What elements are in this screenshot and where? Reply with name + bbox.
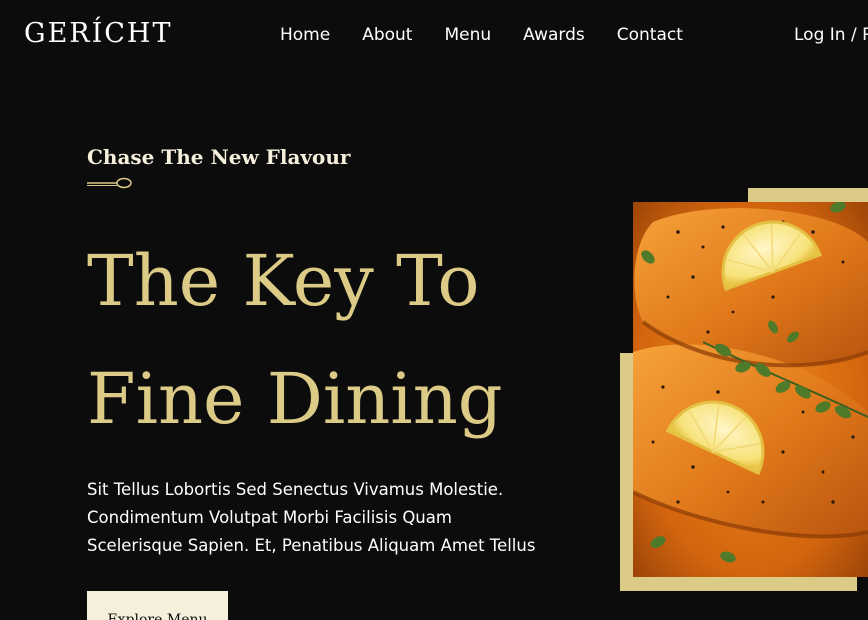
hero-subtitle: Chase The New Flavour bbox=[87, 145, 351, 169]
nav-contact-link[interactable]: Contact bbox=[617, 25, 683, 45]
hero-description: Sit Tellus Lobortis Sed Senectus Vivamus… bbox=[87, 480, 536, 555]
spoon-icon bbox=[87, 177, 132, 189]
nav-home-link[interactable]: Home bbox=[280, 25, 330, 45]
explore-menu-button[interactable]: Explore Menu bbox=[87, 591, 228, 620]
image-frame-top bbox=[748, 188, 868, 202]
site-logo[interactable]: GERÍCHT bbox=[24, 18, 173, 49]
headline-line-1: The Key To bbox=[87, 240, 480, 322]
nav-about-link[interactable]: About bbox=[362, 25, 412, 45]
image-frame-bottom bbox=[620, 577, 857, 591]
salmon-lemon-dish-image bbox=[633, 202, 868, 577]
main-nav: Home About Menu Awards Contact bbox=[280, 25, 683, 45]
login-register-link[interactable]: Log In / R bbox=[794, 25, 868, 45]
nav-awards-link[interactable]: Awards bbox=[523, 25, 585, 45]
hero-headline: The Key To Fine Dining bbox=[87, 222, 503, 458]
nav-menu-link[interactable]: Menu bbox=[444, 25, 491, 45]
image-frame-left bbox=[620, 353, 634, 591]
headline-line-2: Fine Dining bbox=[87, 358, 503, 440]
